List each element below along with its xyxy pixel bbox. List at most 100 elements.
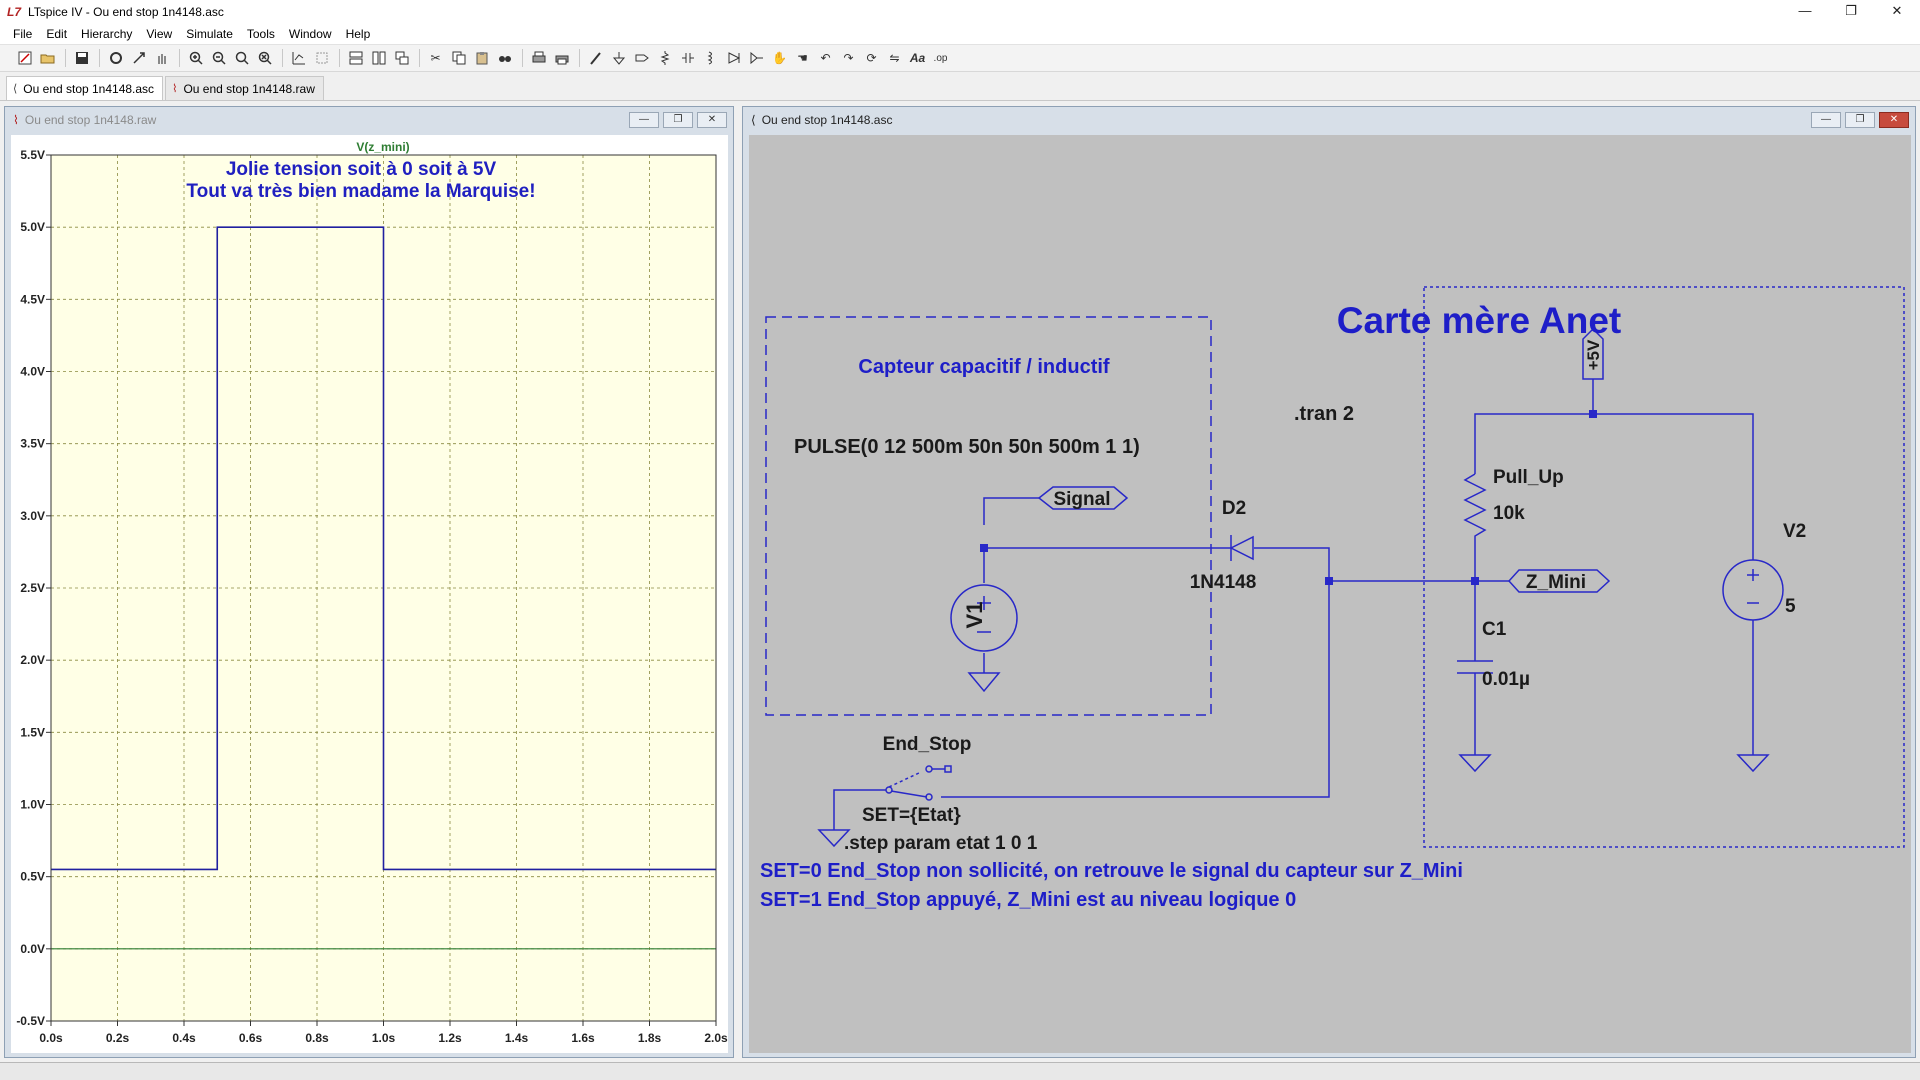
z-mini-label: Z_Mini (1526, 572, 1586, 593)
autorange-icon[interactable] (288, 48, 309, 68)
v2-value: 5 (1785, 596, 1796, 617)
ground-icon[interactable] (1458, 754, 1492, 773)
toolbar-separator (339, 49, 340, 67)
menu-bar: File Edit Hierarchy View Simulate Tools … (0, 24, 1920, 44)
drag-icon[interactable]: ☚ (792, 48, 813, 68)
new-schematic-icon[interactable] (14, 48, 35, 68)
save-icon[interactable] (71, 48, 92, 68)
y-tick-label: 1.0V (20, 798, 45, 812)
zoom-in-icon[interactable] (185, 48, 206, 68)
resistor-icon[interactable] (654, 48, 675, 68)
menu-simulate[interactable]: Simulate (179, 24, 240, 44)
minimize-button[interactable]: — (1782, 0, 1828, 24)
close-button[interactable]: ✕ (1874, 0, 1920, 24)
x-tick-label: 1.0s (372, 1031, 396, 1045)
x-tick-label: 1.4s (505, 1031, 529, 1045)
c1-label: C1 (1482, 619, 1507, 640)
label-net-icon[interactable] (631, 48, 652, 68)
ground-icon[interactable] (967, 672, 1001, 693)
mdi-workspace: ⌇ Ou end stop 1n4148.raw — ❐ ✕ 0.0s 0.2s 0… (0, 102, 1920, 1062)
schematic-window-titlebar[interactable]: ⟨ Ou end stop 1n4148.asc (743, 107, 1915, 133)
board-box (1423, 286, 1905, 848)
toolbar-separator (579, 49, 580, 67)
schematic-canvas[interactable]: V1 Signal D2 1N4148 Pull_Up 10k +5V Z_Mi… (749, 135, 1911, 1053)
menu-file[interactable]: File (6, 24, 39, 44)
close-button[interactable]: ✕ (697, 112, 727, 128)
y-tick-label: 1.5V (20, 725, 45, 739)
rotate-icon[interactable]: ⟳ (861, 48, 882, 68)
zoom-full-icon[interactable] (231, 48, 252, 68)
find-icon[interactable] (494, 48, 515, 68)
wire[interactable] (1254, 547, 1330, 581)
print-preview-icon[interactable] (551, 48, 572, 68)
minimize-button[interactable]: — (629, 112, 659, 128)
wire-icon[interactable] (585, 48, 606, 68)
restore-button[interactable]: ❐ (1828, 0, 1874, 24)
redo-icon[interactable]: ↷ (838, 48, 859, 68)
halt-icon[interactable] (151, 48, 172, 68)
run-icon[interactable] (128, 48, 149, 68)
capacitor-icon[interactable] (677, 48, 698, 68)
trace-label[interactable]: V(z_mini) (356, 140, 409, 154)
schematic-icon: ⟨ (751, 113, 756, 127)
ground-icon[interactable] (1736, 754, 1770, 773)
tab-waveform[interactable]: ⌇ Ou end stop 1n4148.raw (165, 76, 324, 100)
toolbar-separator (419, 49, 420, 67)
control-panel-icon[interactable] (105, 48, 126, 68)
toolbar-separator (522, 49, 523, 67)
plot-pane[interactable]: 0.0s 0.2s 0.4s 0.6s 0.8s 1.0s 1.2s 1.4s 1.6s 1.8s… (11, 135, 728, 1053)
zoom-out-icon[interactable] (208, 48, 229, 68)
junction-dot (1589, 410, 1597, 418)
schematic-drawing[interactable]: V1 Signal D2 1N4148 Pull_Up 10k +5V Z_Mi… (749, 135, 1911, 1053)
menu-hierarchy[interactable]: Hierarchy (74, 24, 139, 44)
minimize-button[interactable]: — (1811, 112, 1841, 128)
zoom-cancel-icon[interactable] (254, 48, 275, 68)
toolbar-separator (65, 49, 66, 67)
inductor-icon[interactable] (700, 48, 721, 68)
text-icon[interactable]: Aa (907, 48, 928, 68)
spice-directive-icon[interactable]: .op (930, 48, 951, 68)
print-icon[interactable] (528, 48, 549, 68)
waveform-plot[interactable]: 0.0s 0.2s 0.4s 0.6s 0.8s 1.0s 1.2s 1.4s 1.6s 1.8s… (11, 135, 728, 1053)
wire[interactable] (983, 497, 1039, 525)
board-title: Carte mère Anet (1337, 300, 1621, 341)
y-tick-label: 4.5V (20, 292, 45, 306)
tran-directive[interactable]: .tran 2 (1294, 403, 1354, 425)
end-stop-switch-symbol[interactable] (890, 790, 928, 798)
menu-tools[interactable]: Tools (240, 24, 282, 44)
move-icon[interactable]: ✋ (769, 48, 790, 68)
undo-icon[interactable]: ↶ (815, 48, 836, 68)
y-tick-label: 5.0V (20, 220, 45, 234)
resistor-pull-up-symbol[interactable] (1463, 473, 1487, 543)
waveform-window: ⌇ Ou end stop 1n4148.raw — ❐ ✕ 0.0s 0.2s 0… (4, 106, 734, 1058)
signal-label: Signal (1053, 489, 1110, 510)
menu-edit[interactable]: Edit (39, 24, 74, 44)
open-icon[interactable] (37, 48, 58, 68)
zoom-extents-icon[interactable] (311, 48, 332, 68)
diode-icon[interactable] (723, 48, 744, 68)
copy-icon[interactable] (448, 48, 469, 68)
menu-view[interactable]: View (139, 24, 179, 44)
cascade-icon[interactable] (391, 48, 412, 68)
pull-up-label: Pull_Up (1493, 467, 1564, 488)
restore-button[interactable]: ❐ (663, 112, 693, 128)
cut-icon[interactable]: ✂ (425, 48, 446, 68)
tab-schematic[interactable]: ⟨ Ou end stop 1n4148.asc (6, 76, 164, 100)
tile-horizontal-icon[interactable] (345, 48, 366, 68)
wire[interactable] (941, 581, 1330, 798)
waveform-window-titlebar[interactable]: ⌇ Ou end stop 1n4148.raw (5, 107, 733, 133)
tile-vertical-icon[interactable] (368, 48, 389, 68)
close-button[interactable]: ✕ (1879, 112, 1909, 128)
paste-icon[interactable] (471, 48, 492, 68)
step-directive[interactable]: .step param etat 1 0 1 (844, 833, 1038, 854)
y-tick-label: 3.0V (20, 509, 45, 523)
d2-label: D2 (1222, 498, 1246, 519)
mirror-icon[interactable]: ⇋ (884, 48, 905, 68)
restore-button[interactable]: ❐ (1845, 112, 1875, 128)
note-set-1: SET=1 End_Stop appuyé, Z_Mini est au niv… (760, 889, 1296, 911)
y-tick-label: 2.0V (20, 653, 45, 667)
menu-help[interactable]: Help (339, 24, 378, 44)
ground-icon[interactable] (608, 48, 629, 68)
component-icon[interactable] (746, 48, 767, 68)
menu-window[interactable]: Window (282, 24, 339, 44)
